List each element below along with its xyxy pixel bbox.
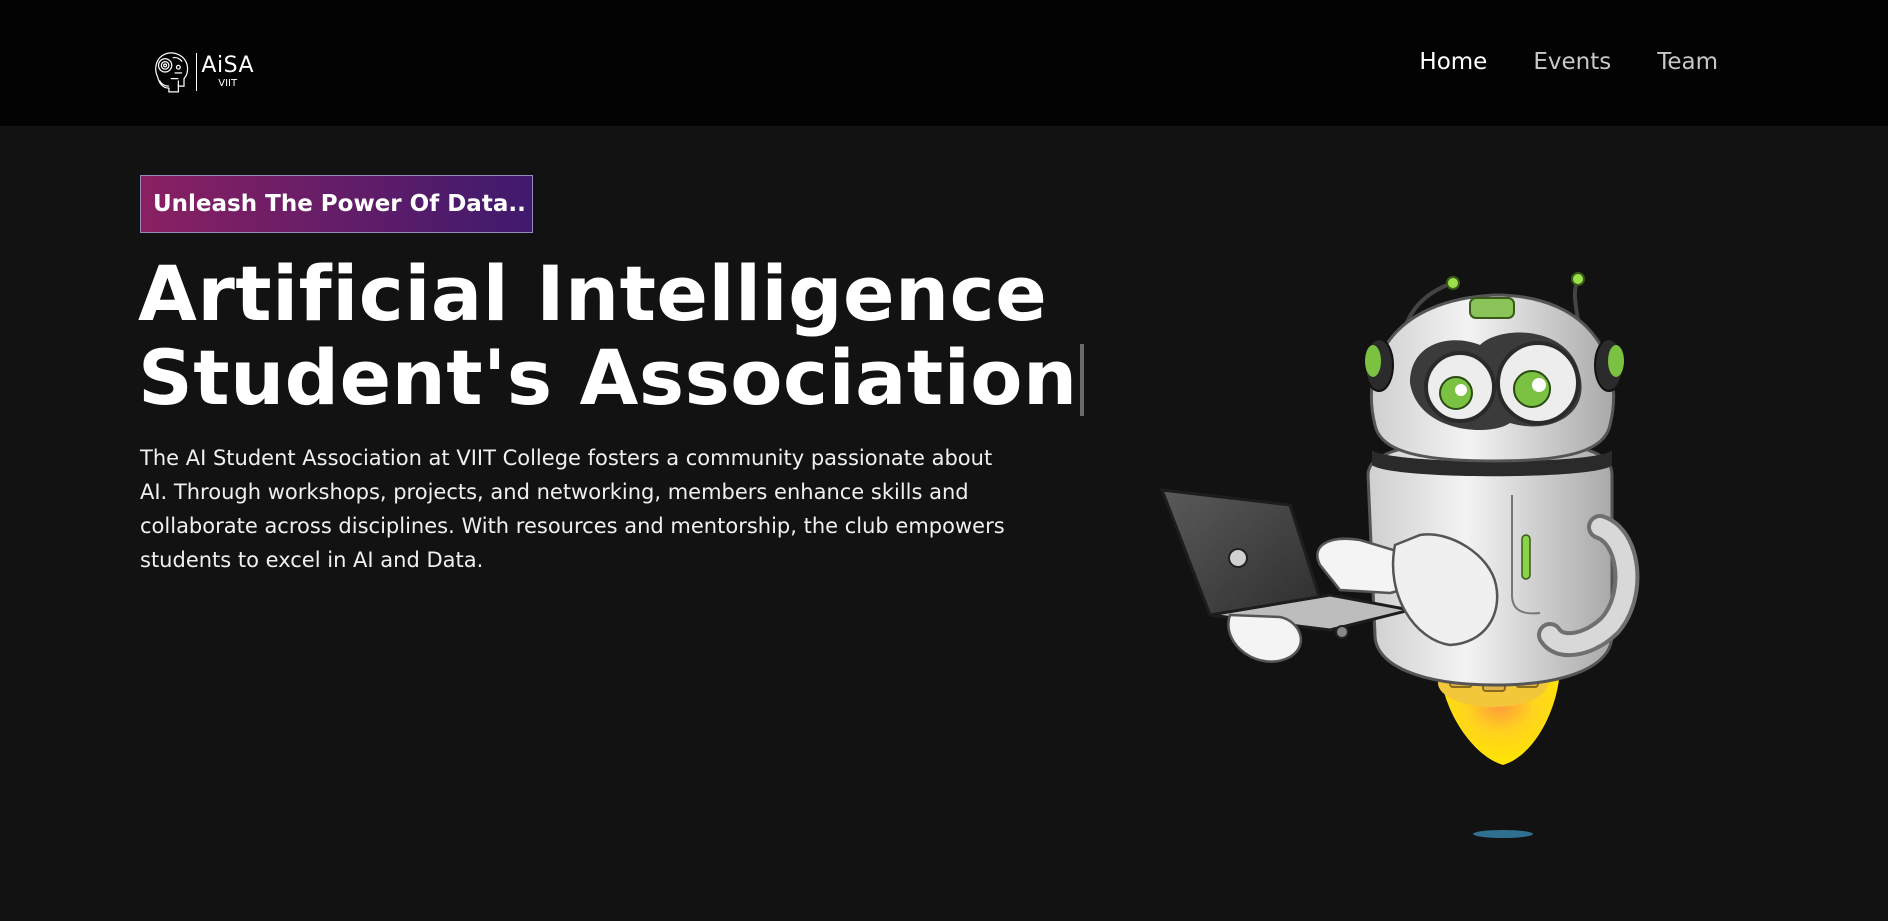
typing-cursor — [1079, 344, 1084, 416]
nav-links: Home Events Team — [1419, 48, 1718, 76]
nav-link-home[interactable]: Home — [1419, 48, 1487, 76]
nav-link-team[interactable]: Team — [1657, 48, 1718, 76]
nav-link-events[interactable]: Events — [1533, 48, 1611, 76]
navbar: AiSA VIIT Home Events Team — [0, 0, 1888, 126]
tagline-badge: Unleash The Power Of Data.. — [140, 175, 533, 233]
robot-with-laptop-illustration — [1159, 272, 1640, 838]
title-line-1: Artificial Intelligence — [138, 249, 1048, 338]
logo-text: AiSA VIIT — [201, 55, 254, 89]
logo-subtitle: VIIT — [218, 78, 238, 89]
shadow-shape — [1473, 830, 1533, 838]
logo-divider — [196, 53, 198, 91]
page-title: Artificial Intelligence Student's Associ… — [138, 252, 1084, 420]
logo-name: AiSA — [201, 53, 254, 78]
title-line-2: Student's Association — [138, 333, 1078, 422]
hero-description: The AI Student Association at VIIT Colle… — [140, 446, 1005, 572]
aisa-logo[interactable]: AiSA VIIT — [150, 46, 254, 98]
robot-head-logo-icon — [155, 52, 189, 93]
